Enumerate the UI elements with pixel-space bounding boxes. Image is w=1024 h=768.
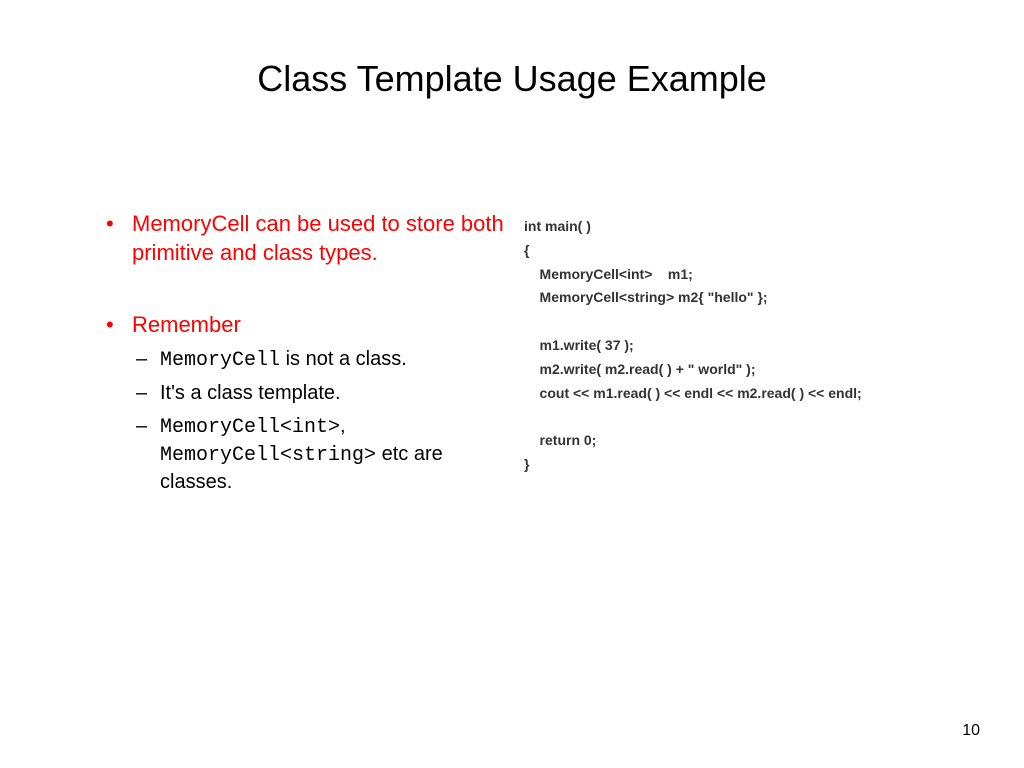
bullet-1: MemoryCell can be used to store both pri…	[100, 210, 510, 267]
bullet-2-2: It's a class template.	[100, 380, 510, 407]
bullet-2-3: MemoryCell<int>, MemoryCell<string> etc …	[100, 413, 510, 496]
bullet-2-1: MemoryCell is not a class.	[100, 346, 510, 374]
bullet-2: Remember	[100, 311, 510, 340]
slide-title: Class Template Usage Example	[0, 58, 1024, 100]
page-number: 10	[962, 722, 980, 740]
slide-body: MemoryCell can be used to store both pri…	[100, 210, 510, 500]
code-block: int main( ) { MemoryCell<int> m1; Memory…	[524, 215, 994, 477]
